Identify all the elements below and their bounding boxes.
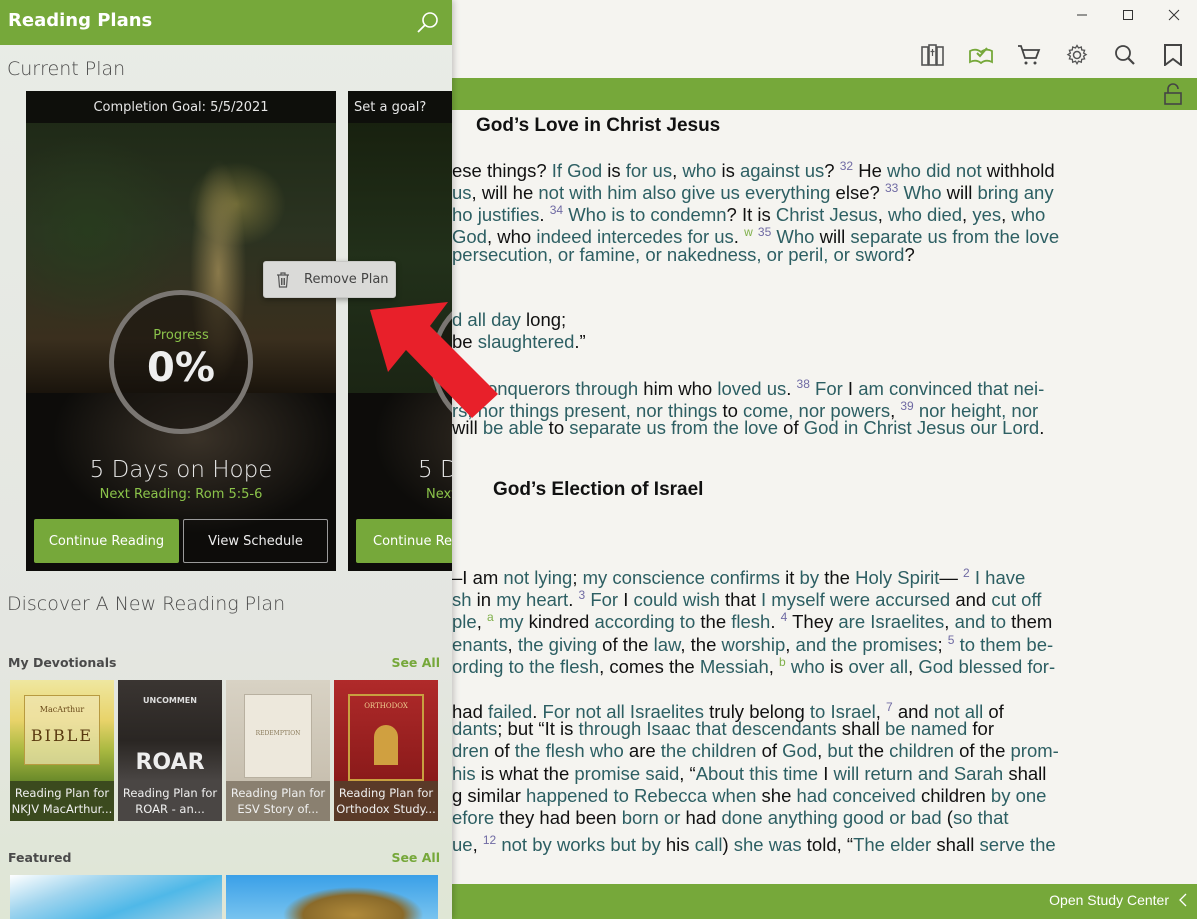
current-plan-heading: Current Plan <box>7 58 126 80</box>
remove-plan-menu-item[interactable]: Remove Plan <box>263 261 396 298</box>
study-center-label: Open Study Center <box>1049 892 1169 908</box>
featured-tile[interactable] <box>10 875 222 919</box>
devotional-caption: Reading Plan for <box>230 786 326 800</box>
featured-heading: Featured <box>8 850 72 865</box>
close-icon <box>1168 9 1180 21</box>
footnote-marker[interactable]: a <box>487 610 494 624</box>
remove-plan-label: Remove Plan <box>304 272 389 287</box>
reading-plans-panel: Reading Plans Current Plan Completion Go… <box>0 0 452 919</box>
verse-number[interactable]: 12 <box>483 833 496 847</box>
settings-button[interactable] <box>1062 40 1092 70</box>
next-reading: Next Reading: Rom 5:5-6 <box>99 487 263 502</box>
reader-header-bar <box>452 78 1197 110</box>
devotional-tile[interactable]: ORTHODOX Reading Plan for Orthodox Study… <box>334 680 438 821</box>
devotional-caption: Reading Plan for <box>122 786 218 800</box>
reading-plans-icon <box>969 47 993 65</box>
continue-reading-button[interactable]: Continue Rea <box>356 519 452 563</box>
bottom-bar: Open Study Center <box>452 884 1197 919</box>
devotional-caption: Reading Plan for <box>14 786 110 800</box>
verse-number[interactable]: 32 <box>840 159 853 173</box>
panel-title: Reading Plans <box>8 10 153 31</box>
minimize-icon <box>1077 14 1087 16</box>
open-study-center-button[interactable]: Open Study Center <box>1049 892 1187 908</box>
text-line: persecution, or famine, or nakedness, or… <box>452 244 915 265</box>
text-line: his is what the promise said, “About thi… <box>452 763 1047 784</box>
footnote-marker[interactable]: b <box>779 655 786 669</box>
close-button[interactable] <box>1151 0 1197 30</box>
maximize-icon <box>1123 10 1133 20</box>
completion-goal[interactable]: Completion Goal: 5/5/2021 <box>26 91 336 123</box>
continue-reading-button[interactable]: Continue Reading <box>34 519 179 563</box>
progress-label: Progress <box>153 328 209 343</box>
progress-ring: Progress 0% <box>109 290 253 434</box>
annotation-arrow-icon <box>370 302 498 418</box>
verse-number[interactable]: 39 <box>900 399 913 413</box>
plan-card[interactable]: Completion Goal: 5/5/2021 Progress 0% 5 … <box>26 91 336 571</box>
text-line: dants; but “It is through Isaac that des… <box>452 718 994 739</box>
text-line: ording to the flesh, comes the Messiah, … <box>452 655 1056 677</box>
verse-number[interactable]: 33 <box>885 181 898 195</box>
verse-number[interactable]: 2 <box>963 566 970 580</box>
verse-number[interactable]: 34 <box>550 203 563 217</box>
panel-header: Reading Plans <box>0 0 452 45</box>
devotional-caption: Orthodox Study... <box>336 802 436 816</box>
devotionals-see-all-link[interactable]: See All <box>391 655 440 670</box>
plan-name: 5 D <box>418 457 452 483</box>
title-bar <box>452 0 1197 30</box>
discover-heading: Discover A New Reading Plan <box>7 593 286 615</box>
reading-plans-button[interactable] <box>966 40 996 70</box>
devotional-tile[interactable]: UNCOMMEN ROAR Reading Plan for ROAR - an… <box>118 680 222 821</box>
devotional-tile[interactable]: REDEMPTION Reading Plan for ESV Story of… <box>226 680 330 821</box>
chevron-left-icon <box>1179 893 1187 907</box>
devotionals-heading: My Devotionals <box>8 655 117 670</box>
devotional-caption: Reading Plan for <box>338 786 434 800</box>
plan-name: 5 Days on Hope <box>89 457 273 483</box>
text-line: will be able to separate us from the lov… <box>452 417 1045 438</box>
search-button[interactable] <box>1110 40 1140 70</box>
view-schedule-button[interactable]: View Schedule <box>183 519 328 563</box>
text-line: ue, 12 not by works but by his call) she… <box>452 833 1056 855</box>
toolbar <box>452 30 1197 78</box>
footnote-marker[interactable]: w <box>744 225 753 239</box>
featured-tile[interactable] <box>226 875 438 919</box>
section-heading: God’s Love in Christ Jesus <box>476 115 721 136</box>
unlock-icon[interactable] <box>1163 83 1183 105</box>
verse-number[interactable]: 35 <box>758 225 771 239</box>
store-button[interactable] <box>1014 40 1044 70</box>
trash-icon <box>277 271 289 288</box>
search-icon[interactable] <box>416 10 440 34</box>
text-line: g similar happened to Rebecca when she h… <box>452 785 1047 806</box>
featured-see-all-link[interactable]: See All <box>391 850 440 865</box>
verse-number[interactable]: 38 <box>797 377 810 391</box>
next-reading: Next <box>426 487 452 502</box>
search-icon <box>1115 45 1135 65</box>
set-goal-link[interactable]: Set a goal? <box>348 91 452 123</box>
library-icon <box>921 44 944 66</box>
section-heading: God’s Election of Israel <box>493 479 704 500</box>
bible-text-view[interactable]: God’s Love in Christ Jesus ese things? I… <box>452 110 1197 884</box>
store-cart-icon <box>1018 45 1041 65</box>
library-button[interactable] <box>918 40 948 70</box>
book-cover: REDEMPTION <box>226 680 330 781</box>
progress-value: 0% <box>147 345 215 391</box>
settings-gear-icon <box>1066 44 1088 65</box>
minimize-button[interactable] <box>1059 0 1105 30</box>
devotional-caption: ESV Story of... <box>237 802 319 816</box>
text-line: efore they had been born or had done any… <box>452 807 1009 828</box>
book-cover: UNCOMMEN ROAR <box>118 680 222 781</box>
book-cover: ORTHODOX <box>334 680 438 781</box>
verse-number[interactable]: 7 <box>886 700 893 714</box>
bookmark-button[interactable] <box>1158 40 1188 70</box>
maximize-button[interactable] <box>1105 0 1151 30</box>
book-cover: MacArthur BIBLE <box>10 680 114 781</box>
devotional-caption: NKJV MacArthur... <box>11 802 113 816</box>
bookmark-icon <box>1164 44 1182 66</box>
text-line: dren of the flesh who are the children o… <box>452 740 1059 761</box>
devotional-tile[interactable]: MacArthur BIBLE Reading Plan for NKJV Ma… <box>10 680 114 821</box>
devotional-caption: ROAR - an... <box>135 802 205 816</box>
